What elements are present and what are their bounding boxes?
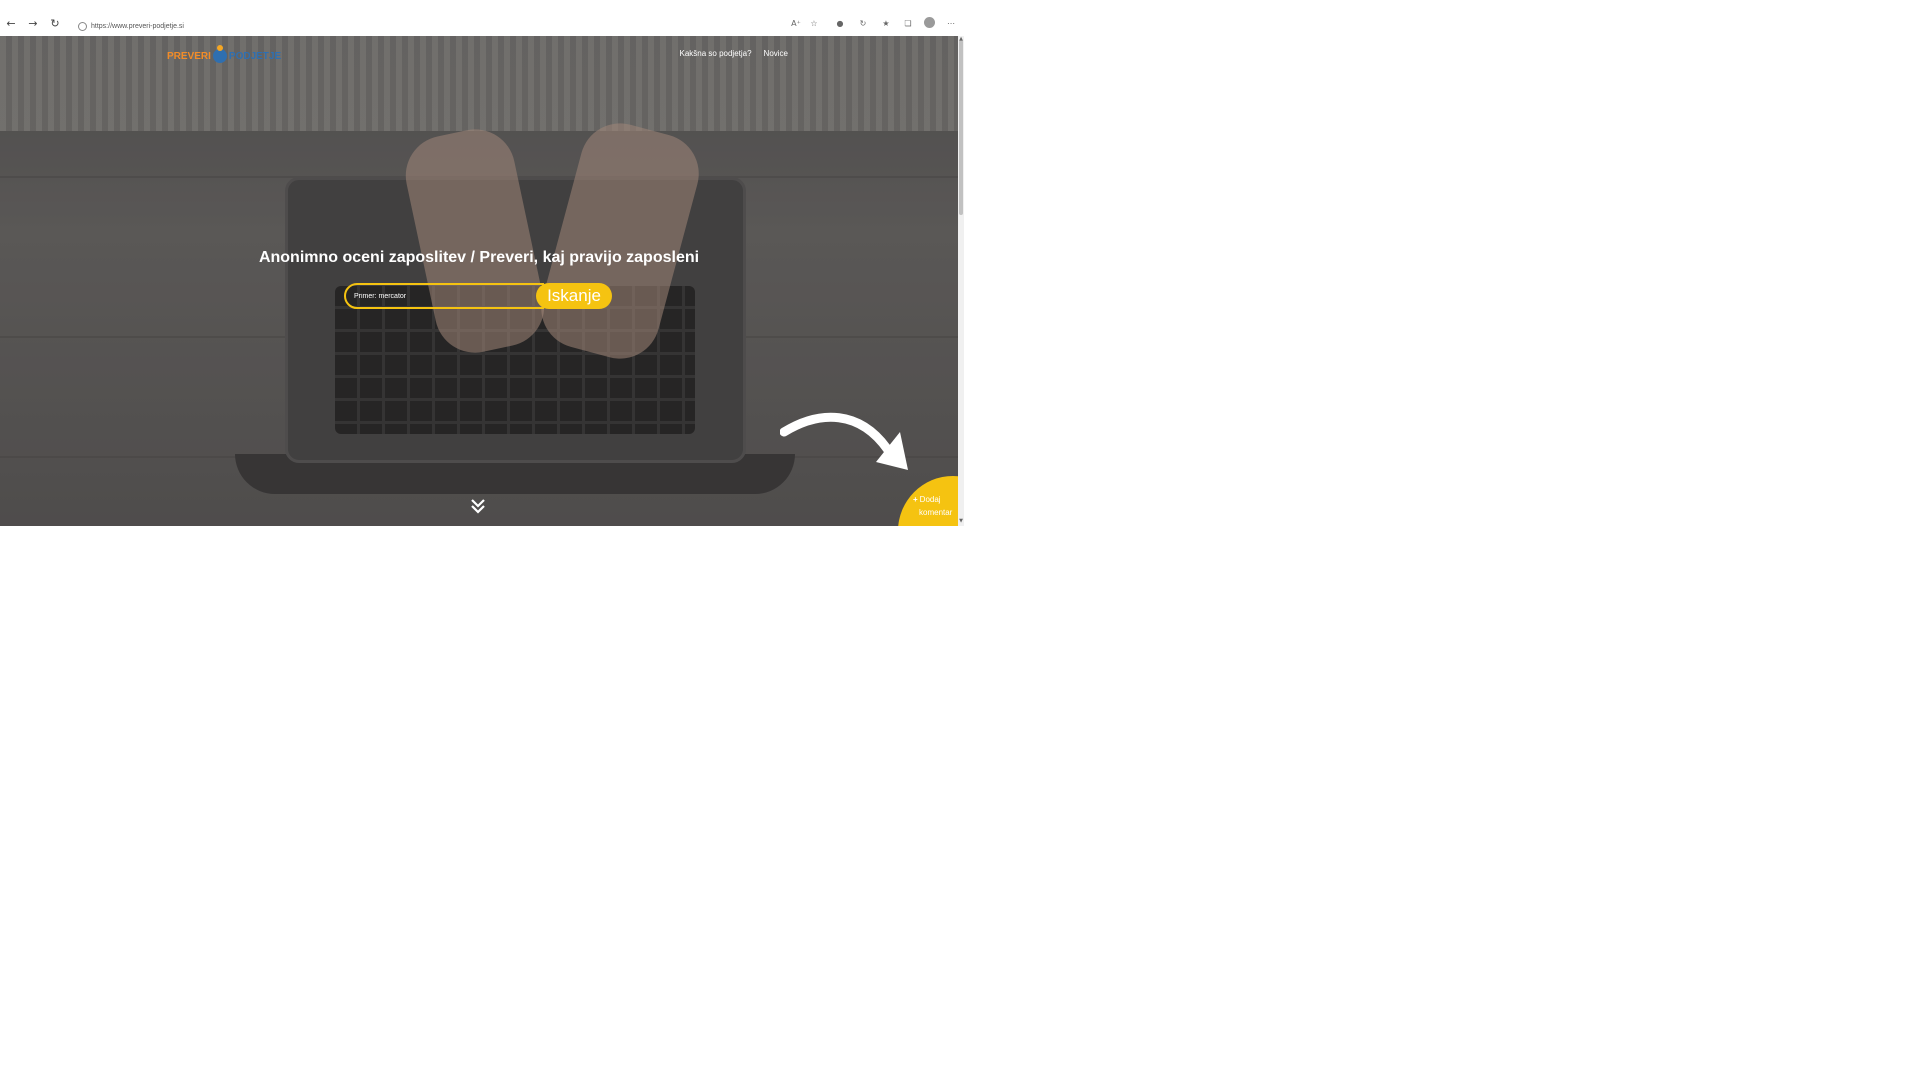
search-button[interactable]: Iskanje: [536, 283, 612, 309]
back-icon[interactable]: ←: [2, 15, 20, 33]
search-input[interactable]: [344, 283, 544, 309]
url-text[interactable]: https://www.preveri-podjetje.si: [91, 23, 184, 30]
scrollbar-thumb[interactable]: [959, 40, 963, 215]
site-logo[interactable]: PREVERI PODJETJE: [167, 45, 282, 63]
add-comment-line2: komentar: [919, 508, 953, 517]
add-comment-label[interactable]: + Dodaj komentar: [913, 493, 958, 519]
scroll-up-arrow-icon[interactable]: ▲: [958, 36, 964, 42]
search-form: Iskanje: [344, 283, 612, 311]
scroll-down-chevron-icon[interactable]: [469, 497, 487, 515]
read-aloud-icon[interactable]: A⁺: [790, 18, 802, 30]
browser-window: ← → ↻ https://www.preveri-podjetje.si A⁺…: [0, 0, 964, 526]
browser-toolbar: ← → ↻ https://www.preveri-podjetje.si A⁺…: [0, 13, 964, 37]
extension-icon[interactable]: ●: [834, 18, 846, 30]
forward-icon[interactable]: →: [24, 15, 42, 33]
site-info-icon[interactable]: [78, 21, 87, 31]
reload-icon[interactable]: ↻: [46, 15, 64, 33]
plus-icon: +: [913, 495, 918, 504]
favorites-icon[interactable]: ★: [880, 18, 892, 30]
nav-link-novice[interactable]: Novice: [764, 49, 788, 58]
nav-link-kaksna-so-podjetja[interactable]: Kakšna so podjetja?: [679, 49, 751, 58]
logo-text-preveri: PREVERI: [167, 50, 211, 62]
address-bar[interactable]: https://www.preveri-podjetje.si: [78, 20, 184, 32]
logo-text-podjetje: PODJETJE: [228, 50, 282, 62]
collections-icon[interactable]: ❏: [902, 18, 914, 30]
add-favorite-icon[interactable]: ☆: [808, 18, 820, 30]
more-icon[interactable]: ⋯: [945, 18, 957, 30]
logo-mark-icon: [212, 45, 227, 63]
scroll-down-arrow-icon[interactable]: ▼: [958, 518, 964, 524]
refresh-extension-icon[interactable]: ↻: [857, 18, 869, 30]
page-viewport: PREVERI PODJETJE Kakšna so podjetja? Nov…: [0, 36, 958, 526]
hero-headline: Anonimno oceni zaposlitev / Preveri, kaj…: [258, 249, 700, 266]
curved-arrow-icon: [780, 412, 908, 470]
add-comment-line1: Dodaj: [919, 495, 941, 504]
profile-icon[interactable]: [924, 17, 935, 28]
main-nav: Kakšna so podjetja? Novice: [679, 49, 788, 58]
